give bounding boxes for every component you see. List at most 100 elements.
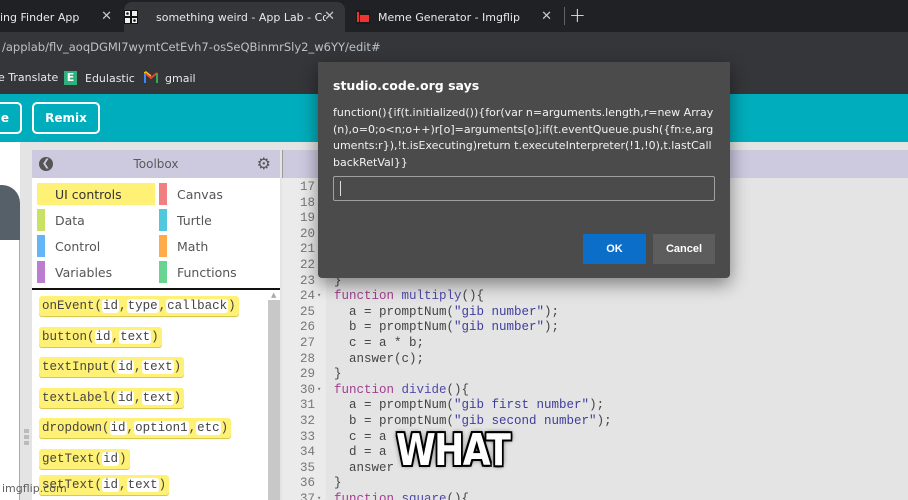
tab-finder-app[interactable]: ing Finder App ✕ bbox=[0, 2, 122, 32]
line-number: 25 bbox=[300, 305, 320, 319]
divider bbox=[19, 240, 20, 500]
fold-arrow-icon[interactable]: ▾ bbox=[317, 495, 321, 500]
block-arg[interactable]: text bbox=[141, 391, 174, 405]
category-data[interactable]: Data bbox=[37, 209, 155, 231]
screenshot-root: ing Finder App ✕ something weird - App L… bbox=[0, 0, 908, 500]
gear-icon[interactable]: ⚙ bbox=[257, 154, 271, 173]
block-name: textLabel bbox=[42, 391, 110, 405]
tab-app-lab[interactable]: something weird - App Lab - Code.org ✕ bbox=[124, 2, 345, 32]
code-line[interactable]: function square(){ bbox=[334, 492, 469, 500]
fold-arrow-icon[interactable]: ▾ bbox=[317, 292, 321, 300]
block-arg[interactable]: option1 bbox=[134, 421, 189, 435]
code-line[interactable]: function divide(){ bbox=[334, 383, 469, 397]
close-tab-icon[interactable]: ✕ bbox=[101, 9, 112, 24]
code-line[interactable]: d = a bbox=[334, 445, 387, 459]
block-arg[interactable]: id bbox=[102, 299, 120, 313]
bookmark-label: e Translate bbox=[0, 71, 59, 84]
code-line[interactable]: b = promptNum("gib number"); bbox=[334, 320, 559, 334]
address-bar[interactable]: /applab/flv_aoqDGMI7wymtCetEvh7-osSeQBin… bbox=[0, 32, 908, 62]
bookmark-edulastic[interactable]: E Edulastic bbox=[64, 71, 135, 85]
category-swatch bbox=[159, 261, 167, 283]
block-arg[interactable]: id bbox=[117, 360, 135, 374]
code-line[interactable]: } bbox=[334, 476, 342, 490]
line-number: 35 bbox=[300, 461, 320, 475]
category-functions[interactable]: Functions bbox=[159, 261, 277, 283]
block-arg[interactable]: id bbox=[109, 421, 127, 435]
code-line[interactable]: answer(c); bbox=[334, 352, 424, 366]
category-ui-controls[interactable]: UI controls bbox=[37, 183, 155, 205]
line-number: 24 ▾ bbox=[300, 289, 321, 303]
line-number: 21 bbox=[300, 242, 320, 256]
block-arg[interactable]: text bbox=[141, 360, 174, 374]
block-arg[interactable]: type bbox=[126, 299, 159, 313]
code-block-dropdown[interactable]: dropdown(id, option1, etc) bbox=[39, 418, 232, 438]
bookmark-gmail[interactable]: gmail bbox=[143, 71, 196, 85]
block-arg[interactable]: text bbox=[126, 478, 159, 492]
block-arg[interactable]: etc bbox=[196, 421, 221, 435]
category-label: Control bbox=[55, 238, 101, 254]
line-number-text: 30 bbox=[300, 382, 316, 397]
line-number: 18 bbox=[300, 196, 320, 210]
block-arg[interactable]: id bbox=[102, 478, 120, 492]
palette-scrollbar[interactable] bbox=[268, 300, 280, 500]
cancel-button[interactable]: Cancel bbox=[653, 234, 715, 264]
category-math[interactable]: Math bbox=[159, 235, 277, 257]
category-variables[interactable]: Variables bbox=[37, 261, 155, 283]
line-number-text: 29 bbox=[300, 367, 316, 382]
category-swatch bbox=[37, 235, 45, 257]
resize-grip-handle[interactable] bbox=[24, 429, 29, 447]
line-number-text: 19 bbox=[300, 211, 316, 226]
code-line[interactable]: answer bbox=[334, 461, 394, 475]
new-tab-button[interactable]: + bbox=[569, 3, 586, 27]
code-line[interactable]: c = a * b; bbox=[334, 336, 424, 350]
bookmark-translate[interactable]: e Translate bbox=[0, 71, 58, 84]
code-block-button[interactable]: button(id, text) bbox=[39, 327, 162, 347]
category-label: Functions bbox=[177, 264, 237, 280]
close-tab-icon[interactable]: ✕ bbox=[541, 9, 552, 24]
dialog-input[interactable] bbox=[333, 176, 715, 201]
share-button[interactable]: e bbox=[0, 102, 22, 134]
block-arg[interactable]: id bbox=[102, 452, 120, 466]
block-arg[interactable]: text bbox=[119, 330, 152, 344]
code-block-onEvent[interactable]: onEvent(id, type, callback) bbox=[39, 296, 239, 316]
line-number-text: 31 bbox=[300, 398, 316, 413]
line-number: 34 bbox=[300, 445, 320, 459]
category-label: Turtle bbox=[177, 212, 212, 228]
tab-separator bbox=[564, 7, 565, 25]
line-number-text: 36 bbox=[300, 476, 316, 491]
category-canvas[interactable]: Canvas bbox=[159, 183, 277, 205]
close-tab-icon[interactable]: ✕ bbox=[324, 9, 335, 24]
block-arg[interactable]: id bbox=[117, 391, 135, 405]
fold-arrow-icon[interactable]: ▾ bbox=[317, 386, 321, 394]
category-turtle[interactable]: Turtle bbox=[159, 209, 277, 231]
line-number: 28 bbox=[300, 352, 320, 366]
line-number: 29 bbox=[300, 367, 320, 381]
line-number: 27 bbox=[300, 336, 320, 350]
phone-frame bbox=[0, 185, 20, 240]
code-line[interactable]: a = promptNum("gib number"); bbox=[334, 305, 559, 319]
code-block-textInput[interactable]: textInput(id, text) bbox=[39, 357, 185, 377]
category-label: Data bbox=[55, 212, 85, 228]
code-block-getText[interactable]: getText(id) bbox=[39, 449, 130, 469]
dialog-message: function(){if(t.initialized()){for(var n… bbox=[333, 106, 714, 169]
category-swatch bbox=[159, 183, 167, 205]
scroll-up-arrow-icon[interactable]: ▲ bbox=[271, 291, 276, 299]
code-block-textLabel[interactable]: textLabel(id, text) bbox=[39, 388, 185, 408]
block-arg[interactable]: id bbox=[94, 330, 112, 344]
line-number-text: 20 bbox=[300, 226, 316, 241]
code-line[interactable]: c = a bbox=[334, 430, 387, 444]
line-number: 22 bbox=[300, 258, 320, 272]
remix-button[interactable]: Remix bbox=[32, 102, 100, 134]
url-text[interactable]: /applab/flv_aoqDGMI7wymtCetEvh7-osSeQBin… bbox=[2, 40, 381, 54]
line-number: 36 bbox=[300, 476, 320, 490]
code-line[interactable]: function multiply(){ bbox=[334, 289, 484, 303]
block-arg[interactable]: callback bbox=[166, 299, 229, 313]
category-control[interactable]: Control bbox=[37, 235, 155, 257]
code-line[interactable]: } bbox=[334, 367, 342, 381]
category-swatch bbox=[37, 261, 45, 283]
tab-imgflip[interactable]: Meme Generator - Imgflip ✕ bbox=[350, 2, 562, 32]
code-line[interactable]: a = promptNum("gib first number"); bbox=[334, 398, 604, 412]
line-number-text: 37 bbox=[300, 492, 316, 500]
ok-button[interactable]: OK bbox=[583, 234, 646, 264]
line-number-text: 32 bbox=[300, 414, 316, 428]
